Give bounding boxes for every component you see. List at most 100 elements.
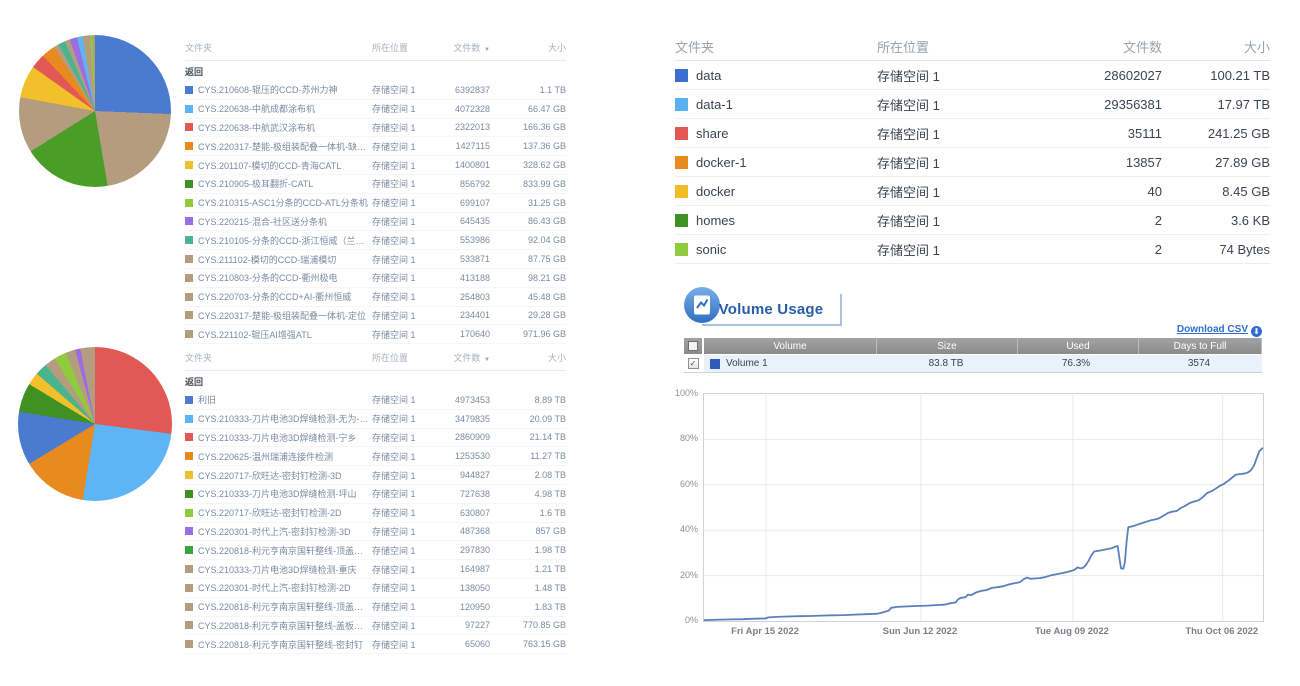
folder-size: 8.45 GB: [1162, 184, 1270, 199]
table-row[interactable]: 利旧存储空间 149734538.89 TB: [185, 391, 566, 410]
table-row[interactable]: CYS.220317-楚能-极组装配叠一体机-缺陷检测存储空间 11427115…: [185, 137, 566, 156]
table-row[interactable]: sonic存储空间 1274 Bytes: [675, 235, 1270, 264]
column-header-files[interactable]: 文件数: [1047, 37, 1162, 56]
table-row[interactable]: CYS.210333-刀片电池3D焊缝检测-宁乡存储空间 1286090921.…: [185, 429, 566, 448]
folder-name: CYS.210333-刀片电池3D焊缝检测-坪山: [198, 487, 372, 500]
table-row[interactable]: data存储空间 128602027100.21 TB: [675, 61, 1270, 90]
folder-file-count: 630807: [434, 508, 490, 518]
folder-file-count: 65060: [434, 639, 490, 649]
table-row[interactable]: CYS.220818-利元亨南京国轩整线-盖板激光焊保...存储空间 19722…: [185, 617, 566, 636]
legend-swatch: [675, 243, 688, 256]
storage-analyzer-page: 文件夹所在位置文件数 ▼大小返回CYS.210608-辊压的CCD-苏州力神存储…: [0, 0, 1300, 686]
table-row[interactable]: ✓ Volume 1 83.8 TB 76.3% 3574: [684, 355, 1262, 373]
folder-table-2: 文件夹所在位置文件数 ▼大小返回利旧存储空间 149734538.89 TBCY…: [185, 348, 566, 654]
table-row[interactable]: CYS.210803-分条的CCD-衢州极电存储空间 141318898.21 …: [185, 269, 566, 288]
folder-location: 存储空间 1: [877, 211, 1047, 230]
column-header-folder[interactable]: 文件夹: [185, 351, 372, 364]
table-row[interactable]: CYS.220317-楚能-极组装配叠一体机-定位存储空间 123440129.…: [185, 307, 566, 326]
back-link[interactable]: 返回: [185, 61, 566, 81]
folder-location: 存储空间 1: [372, 328, 434, 341]
folder-location: 存储空间 1: [372, 393, 434, 406]
select-all-checkbox[interactable]: [684, 338, 702, 354]
table-row[interactable]: CYS.221102-辊压AI增强ATL存储空间 1170640971.96 G…: [185, 325, 566, 344]
table-row[interactable]: CYS.210905-极耳翻折-CATL存储空间 1856792833.99 G…: [185, 175, 566, 194]
table-row[interactable]: CYS.210105-分条的CCD-浙江恒威（兰溪）存储空间 155398692…: [185, 231, 566, 250]
table-row[interactable]: CYS.210608-辊压的CCD-苏州力神存储空间 163928371.1 T…: [185, 81, 566, 100]
table-row[interactable]: CYS.201107-模切的CCD-青海CATL存储空间 11400801328…: [185, 156, 566, 175]
table-row[interactable]: CYS.210333-刀片电池3D焊缝检测-重庆存储空间 11649871.21…: [185, 560, 566, 579]
table-row[interactable]: CYS.220818-利元亨南京国轩整线-密封钉存储空间 165060763.1…: [185, 635, 566, 654]
folder-name: CYS.210333-刀片电池3D焊缝检测-无为-2期: [198, 412, 372, 425]
back-link[interactable]: 返回: [185, 371, 566, 391]
folder-location: 存储空间 1: [372, 290, 434, 303]
folder-size: 241.25 GB: [1162, 126, 1270, 141]
folder-size: 971.96 GB: [490, 329, 566, 339]
folder-location: 存储空间 1: [372, 309, 434, 322]
folder-location: 存储空间 1: [372, 196, 434, 209]
table-row[interactable]: CYS.210315-ASC1分条的CCD-ATL分条机存储空间 1699107…: [185, 194, 566, 213]
table-row[interactable]: docker-1存储空间 11385727.89 GB: [675, 148, 1270, 177]
folder-file-count: 1400801: [434, 160, 490, 170]
folder-location: 存储空间 1: [372, 581, 434, 594]
table-row[interactable]: CYS.210333-刀片电池3D焊缝检测-无为-2期存储空间 13479835…: [185, 410, 566, 429]
table-row[interactable]: CYS.220717-欣旺达-密封钉检测-3D存储空间 19448272.08 …: [185, 466, 566, 485]
folder-name: data-1: [696, 97, 877, 112]
folder-name: CYS.220818-利元亨南京国轩整线-盖板激光焊保...: [198, 619, 372, 632]
folder-file-count: 6392837: [434, 85, 490, 95]
column-header-size[interactable]: 大小: [490, 351, 566, 364]
table-row[interactable]: homes存储空间 123.6 KB: [675, 206, 1270, 235]
table-row[interactable]: CYS.220215-混合-社区送分条机存储空间 164543586.43 GB: [185, 213, 566, 232]
table-row[interactable]: CYS.220638-中航成都涂布机存储空间 1407232866.47 GB: [185, 100, 566, 119]
x-axis-tick-label: Sun Jun 12 2022: [850, 626, 990, 637]
sort-descending-icon: ▼: [482, 47, 490, 53]
folder-size: 2.08 TB: [490, 470, 566, 480]
folder-file-count: 29356381: [1047, 97, 1162, 112]
row-checkbox[interactable]: ✓: [688, 358, 699, 369]
table-row[interactable]: CYS.220818-利元亨南京国轩整线-顶盖焊-3D存储空间 12978301…: [185, 541, 566, 560]
table-row[interactable]: data-1存储空间 12935638117.97 TB: [675, 90, 1270, 119]
legend-swatch: [185, 274, 193, 282]
column-header-folder[interactable]: 文件夹: [185, 41, 372, 54]
folder-location: 存储空间 1: [372, 215, 434, 228]
folder-location: 存储空间 1: [372, 638, 434, 651]
folder-location: 存储空间 1: [372, 412, 434, 425]
table-row[interactable]: CYS.220717-欣旺达-密封钉检测-2D存储空间 16308071.6 T…: [185, 504, 566, 523]
legend-swatch: [185, 527, 193, 535]
column-header-location[interactable]: 所在位置: [372, 351, 434, 364]
folder-name: CYS.210333-刀片电池3D焊缝检测-重庆: [198, 563, 372, 576]
folder-name: 利旧: [198, 393, 372, 406]
table-row[interactable]: CYS.211102-模切的CCD-瑞浦模切存储空间 153387187.75 …: [185, 250, 566, 269]
column-header-files[interactable]: 文件数 ▼: [434, 41, 490, 54]
column-header-size[interactable]: 大小: [1162, 37, 1270, 56]
table-row[interactable]: CYS.220301-时代上汽-密封钉检测-2D存储空间 11380501.48…: [185, 579, 566, 598]
folder-size: 833.99 GB: [490, 179, 566, 189]
table-row[interactable]: CYS.220818-利元亨南京国轩整线-顶盖焊-2D存储空间 11209501…: [185, 598, 566, 617]
folder-name: CYS.220215-混合-社区送分条机: [198, 215, 372, 228]
column-header-location[interactable]: 所在位置: [372, 41, 434, 54]
column-header-files[interactable]: 文件数 ▼: [434, 351, 490, 364]
table-row[interactable]: CYS.220703-分条的CCD+AI-衢州恒威存储空间 125480345.…: [185, 288, 566, 307]
table-row[interactable]: CYS.220625-温州瑞浦连接件检测存储空间 1125353011.27 T…: [185, 447, 566, 466]
folder-size: 770.85 GB: [490, 620, 566, 630]
legend-swatch: [185, 433, 193, 441]
legend-swatch: [675, 69, 688, 82]
y-axis-tick-label: 80%: [640, 433, 698, 443]
folder-size: 137.36 GB: [490, 141, 566, 151]
column-header-folder[interactable]: 文件夹: [675, 37, 877, 56]
column-header-location[interactable]: 所在位置: [877, 37, 1047, 56]
table-row[interactable]: docker存储空间 1408.45 GB: [675, 177, 1270, 206]
table-row[interactable]: CYS.220301-时代上汽-密封钉检测-3D存储空间 1487368857 …: [185, 523, 566, 542]
legend-swatch: [185, 640, 193, 648]
column-header-size[interactable]: 大小: [490, 41, 566, 54]
folder-file-count: 2: [1047, 213, 1162, 228]
download-csv-icon[interactable]: ⬇: [1251, 326, 1262, 337]
table-row[interactable]: CYS.210333-刀片电池3D焊缝检测-坪山存储空间 17276384.98…: [185, 485, 566, 504]
folder-location: 存储空间 1: [372, 121, 434, 134]
download-csv-link[interactable]: Download CSV: [1177, 324, 1248, 335]
folder-file-count: 2322013: [434, 122, 490, 132]
folder-location: 存储空间 1: [372, 525, 434, 538]
table-row[interactable]: share存储空间 135111241.25 GB: [675, 119, 1270, 148]
folder-file-count: 944827: [434, 470, 490, 480]
table-row[interactable]: CYS.220638-中航武汉涂布机存储空间 12322013166.36 GB: [185, 119, 566, 138]
folder-file-count: 533871: [434, 254, 490, 264]
